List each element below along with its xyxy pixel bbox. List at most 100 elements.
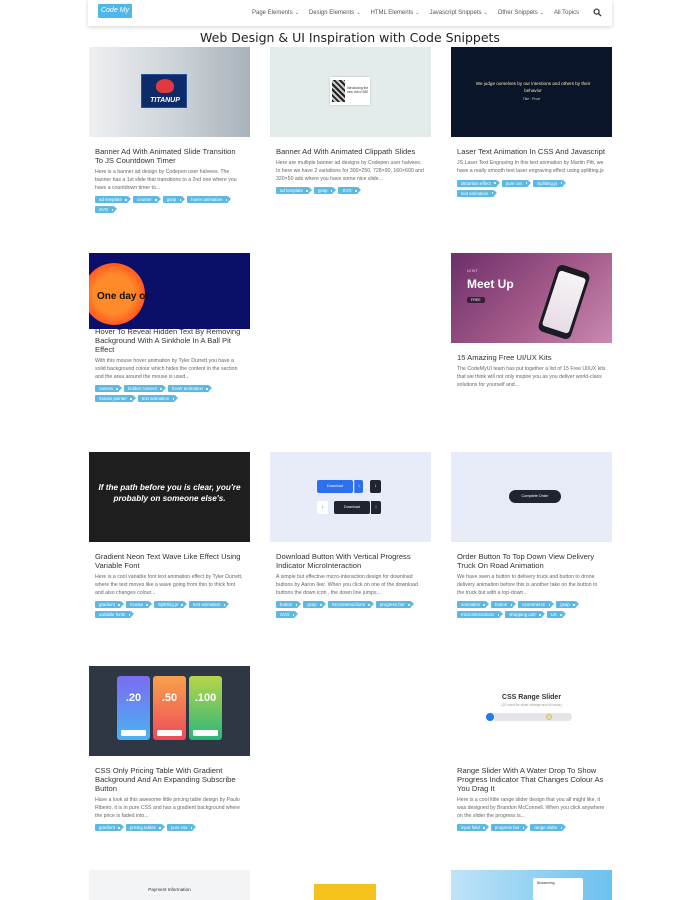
tag[interactable]: SVG <box>338 187 362 195</box>
free-badge: FREE <box>467 297 485 303</box>
tag-list: gradient mouse Splitting.js text animati… <box>89 601 250 621</box>
post-thumbnail[interactable]: .20 .50 .100 <box>89 666 250 756</box>
post-card: We judge ourselves by our intentions and… <box>451 47 612 200</box>
post-thumbnail[interactable]: Download ↓ ↓ ↓ Download ↓ <box>270 452 431 542</box>
post-thumbnail[interactable]: CSS Range Slider (JS used for slider cha… <box>451 666 612 756</box>
down-arrow-icon: ↓ <box>354 480 363 493</box>
tag[interactable]: UX <box>546 611 566 619</box>
post-excerpt: Here are multiple banner ad designs by C… <box>276 160 424 182</box>
post-card: UI KIT Meet Up FREE 15 Amazing Free UI/U… <box>451 253 612 389</box>
nav-design-elements[interactable]: Design Elements ⌄ <box>309 10 361 16</box>
post-card <box>270 870 431 900</box>
nav-other-snippets[interactable]: Other Snippets ⌄ <box>498 10 544 16</box>
tag[interactable]: mouse <box>125 601 153 609</box>
price-value: .50 <box>161 692 178 704</box>
thumb-text: If the path before you is clear, you're … <box>98 483 241 503</box>
tag[interactable]: hidden content <box>123 385 166 393</box>
tag[interactable]: progress bar <box>375 601 414 609</box>
tag[interactable]: hover animation <box>167 385 213 393</box>
post-thumbnail[interactable]: If the path before you is clear, you're … <box>89 452 250 542</box>
nav-javascript-snippets[interactable]: Javascript Snippets ⌄ <box>429 10 487 16</box>
tag[interactable]: gradient <box>95 601 124 609</box>
post-title[interactable]: 15 Amazing Free UI/UX Kits <box>451 353 612 362</box>
subscribe-button <box>121 730 146 736</box>
tag[interactable]: Splitting.js <box>533 179 567 187</box>
tag[interactable]: microinteractions <box>327 601 375 609</box>
post-excerpt: Here is a banner ad design by Codepen us… <box>95 169 237 191</box>
tag[interactable]: distortion effect <box>457 179 500 187</box>
tag[interactable]: ad template <box>276 187 312 195</box>
tag[interactable]: canvas <box>95 385 122 393</box>
tag[interactable]: gsap <box>313 187 336 195</box>
thumb-text: Meet Up <box>467 277 514 291</box>
tag[interactable]: button <box>491 601 517 609</box>
tag[interactable]: SVG <box>95 206 118 214</box>
tag[interactable]: variable fonts <box>95 611 135 619</box>
tag[interactable]: range slider <box>530 824 567 832</box>
post-title[interactable]: Gradient Neon Text Wave Like Effect Usin… <box>89 552 250 570</box>
nav-label: Design Elements <box>308 10 355 16</box>
tag[interactable]: Splitting.js <box>154 601 188 609</box>
post-card: Blossoming <box>451 870 612 900</box>
tag[interactable]: pure css <box>501 179 531 187</box>
phone-mockup <box>537 263 591 341</box>
tag[interactable]: gsap <box>303 601 326 609</box>
tag[interactable]: input field <box>457 824 489 832</box>
post-title[interactable]: Order Button To Top Down View Delivery T… <box>451 552 612 570</box>
post-thumbnail[interactable]: Payment Information <box>89 870 250 900</box>
tag[interactable]: gradient <box>95 824 124 832</box>
thumb-text: One day or <box>97 291 150 302</box>
post-thumbnail[interactable] <box>270 870 431 900</box>
nav-all-topics[interactable]: All Topics <box>554 10 579 16</box>
nav-page-elements[interactable]: Page Elements ⌄ <box>252 10 299 16</box>
tag[interactable]: text animation <box>457 189 498 197</box>
post-title[interactable]: Laser Text Animation In CSS And Javascri… <box>451 147 612 156</box>
post-excerpt: The CodeMyUI team has put together a lis… <box>457 366 606 388</box>
nav-html-elements[interactable]: HTML Elements ⌄ <box>370 10 419 16</box>
post-title[interactable]: Range Slider With A Water Drop To Show P… <box>451 766 612 793</box>
post-title[interactable]: Hover To Reveal Hidden Text By Removing … <box>89 327 250 354</box>
post-title[interactable]: Banner Ad With Animated Slide Transition… <box>89 147 250 165</box>
price-value: .100 <box>194 692 217 704</box>
tag[interactable]: ad template <box>95 196 131 204</box>
post-thumbnail[interactable]: One day or <box>89 253 250 329</box>
tag[interactable]: SVG <box>276 611 299 619</box>
tag-list: button gsap microinteractions progress b… <box>270 601 431 621</box>
post-thumbnail[interactable]: UI KIT Meet Up FREE <box>451 253 612 343</box>
tag[interactable]: ecommerce <box>518 601 555 609</box>
tag[interactable]: pure css <box>166 824 196 832</box>
post-thumbnail[interactable]: Complete Order <box>451 452 612 542</box>
tag[interactable]: gsap <box>162 196 185 204</box>
nav-label: All Topics <box>553 10 580 16</box>
tag[interactable]: text animation <box>137 395 179 403</box>
tag[interactable]: shopping cart <box>505 611 545 619</box>
post-thumbnail[interactable]: Blossoming <box>451 870 612 900</box>
download-button-dark: Download <box>334 501 370 514</box>
tag[interactable]: text animation <box>189 601 230 609</box>
tag[interactable]: mouse pointer <box>95 395 136 403</box>
post-title[interactable]: CSS Only Pricing Table With Gradient Bac… <box>89 766 250 793</box>
tag[interactable]: pricing tables <box>125 824 165 832</box>
helmet-shape <box>156 79 174 93</box>
post-title[interactable]: Banner Ad With Animated Clippath Slides <box>270 147 431 156</box>
post-thumbnail[interactable]: Introducing the new Volvo S60 <box>270 47 431 137</box>
tag[interactable]: button <box>276 601 302 609</box>
ui-card-mockup: Blossoming <box>533 878 583 900</box>
post-title[interactable]: Download Button With Vertical Progress I… <box>270 552 431 570</box>
tag[interactable]: progress bar <box>490 824 529 832</box>
post-thumbnail[interactable]: We judge ourselves by our intentions and… <box>451 47 612 137</box>
site-logo[interactable]: Code My UI <box>98 4 132 28</box>
post-excerpt: With this mouse hover animation by Tyler… <box>95 358 238 380</box>
post-card: Payment Information <box>89 870 250 900</box>
tag[interactable]: animation <box>457 601 490 609</box>
tag[interactable]: gsap <box>556 601 579 609</box>
search-icon[interactable] <box>593 8 602 17</box>
thumb-text: Blossoming <box>537 881 555 885</box>
post-card: CSS Range Slider (JS used for slider cha… <box>451 666 612 834</box>
tag[interactable]: microinteractions <box>457 611 504 619</box>
tag-list: gradient pricing tables pure css <box>89 824 250 834</box>
post-thumbnail[interactable]: TITANUP <box>89 47 250 137</box>
tag[interactable]: hover animation <box>187 196 232 204</box>
post-excerpt: We have seen a button to delivery truck … <box>457 574 598 596</box>
tag[interactable]: counter <box>132 196 161 204</box>
